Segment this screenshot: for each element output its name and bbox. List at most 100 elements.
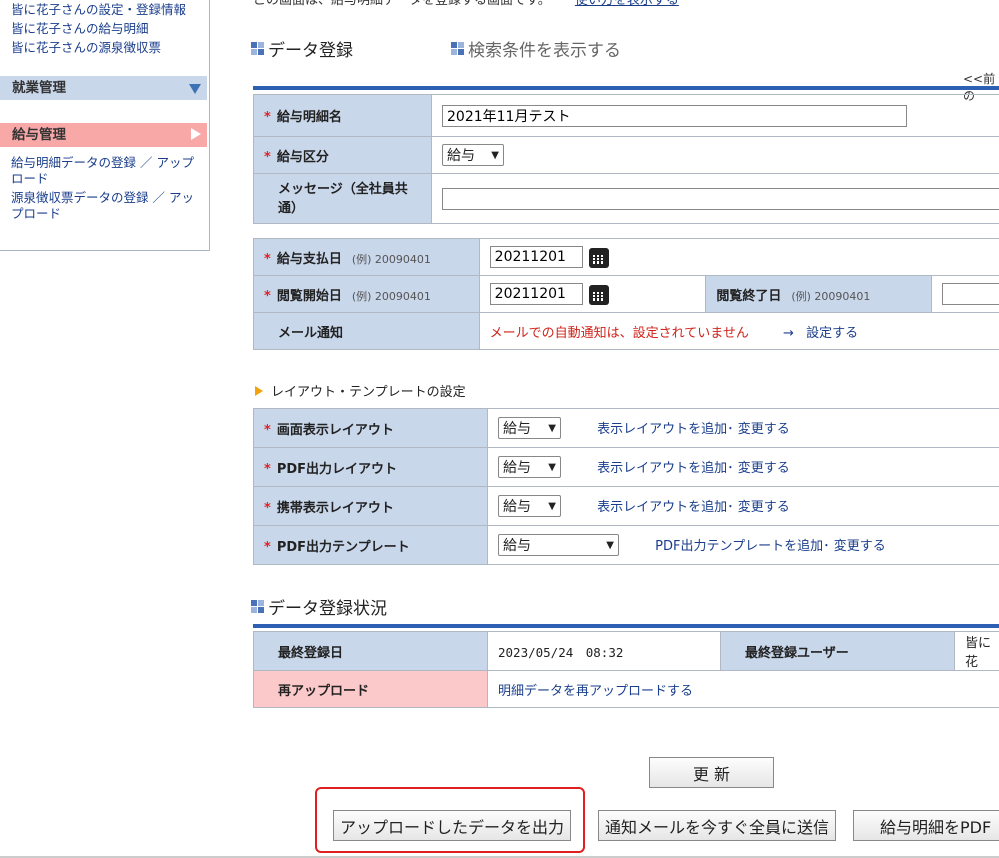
payslip-name-input[interactable] [442, 104, 907, 127]
label-mobile-layout: * 携帯表示レイアウト [253, 486, 488, 526]
calendar-icon[interactable] [588, 247, 609, 268]
view-end-input[interactable] [942, 283, 999, 305]
triangle-right-icon [191, 128, 201, 140]
section-icon [451, 42, 464, 55]
form-table-basic: *給与明細名 *給与区分 給与 ▼ メッセージ（全社員共通） [253, 94, 999, 224]
label-name: * 給与明細名 [253, 94, 432, 137]
cell-reupload: 明細データを再アップロードする [487, 670, 999, 708]
table-top-bar [253, 624, 999, 628]
last-date-value: 2023/05/24 08:32 [487, 631, 721, 671]
add-layout-link[interactable]: 表示レイアウトを追加･ 変更する [597, 461, 790, 476]
screen-layout-select[interactable]: 給与 ▼ [498, 417, 561, 439]
pay-date-input[interactable] [489, 246, 583, 268]
sidebar-link-withholding[interactable]: 皆に花子さんの源泉徴収票 [0, 38, 186, 57]
last-user-value: 皆に花 [954, 631, 999, 671]
cell-view-start [478, 275, 707, 313]
section-title-data-label: データ登録 [268, 41, 353, 61]
update-button[interactable]: 更 新 [649, 757, 774, 788]
reupload-link[interactable]: 明細データを再アップロードする [498, 684, 693, 699]
label-view-start-text: 閲覧開始日 [276, 288, 342, 304]
sidebar-link-withholding-upload[interactable]: 源泉徴収票データの登録 ／ アップロード [0, 190, 200, 222]
label-kubun-text: 給与区分 [276, 149, 329, 165]
label-pay-date-text: 給与支払日 [276, 251, 342, 267]
label-pdf-template: * PDF出力テンプレート [253, 525, 488, 565]
layout-section-label: レイアウト・テンプレートの設定 [271, 385, 466, 400]
chevron-down-icon: ▼ [548, 422, 556, 434]
intro-text-body: この画面は、給与明細データを登録する画面です。 [253, 0, 551, 8]
chevron-down-icon: ▼ [548, 461, 556, 473]
search-toggle[interactable]: 検索条件を表示する [451, 36, 621, 61]
mail-settings-link[interactable]: 設定する [806, 326, 858, 341]
intro-text: この画面は、給与明細データを登録する画面です。 使い方を表示する [253, 0, 679, 8]
label-last-date: 最終登録日 [253, 631, 488, 671]
sidebar-link-payslip-upload[interactable]: 給与明細データの登録 ／ アップロード [0, 155, 200, 187]
cell-pay-date [478, 238, 999, 276]
label-message: メッセージ（全社員共通） [253, 173, 432, 224]
label-view-end: 閲覧終了日 (例) 20090401 [705, 275, 932, 313]
pdf-template-select-value: 給与 [503, 538, 531, 554]
arrow-right-icon: → [783, 325, 794, 341]
label-pdf-template-text: PDF出力テンプレート [276, 539, 410, 555]
section-title-data: データ登録 [251, 36, 353, 61]
label-reupload: 再アップロード [253, 670, 488, 708]
label-view-end-text: 閲覧終了日 [716, 288, 782, 304]
sidebar-header-pay-label: 給与管理 [12, 127, 66, 143]
kubun-select[interactable]: 給与 ▼ [442, 144, 504, 166]
sidebar-link-settings[interactable]: 皆に花子さんの設定・登録情報 [0, 0, 186, 19]
sidebar: 皆に花子さんの設定・登録情報 皆に花子さんの給与明細 皆に花子さんの源泉徴収票 … [0, 0, 210, 251]
sidebar-header-work-label: 就業管理 [12, 80, 66, 96]
export-data-button[interactable]: アップロードしたデータを出力 [333, 810, 571, 841]
screen-layout-select-value: 給与 [503, 421, 531, 437]
cell-message [431, 173, 999, 224]
label-kubun: * 給与区分 [253, 136, 432, 174]
sidebar-link-payslip[interactable]: 皆に花子さんの給与明細 [0, 19, 186, 38]
mobile-layout-select-value: 給与 [503, 499, 531, 515]
section-title-status-label: データ登録状況 [268, 599, 387, 619]
triangle-right-icon [255, 385, 263, 396]
cell-name [431, 94, 999, 137]
pdf-template-select[interactable]: 給与 ▼ [498, 534, 619, 556]
add-layout-link[interactable]: 表示レイアウトを追加･ 変更する [597, 422, 790, 437]
form-table-dates: *給与支払日(例) 20090401 *閲覧開始日(例) 20090401 閲覧… [253, 238, 999, 350]
calendar-icon[interactable] [588, 284, 609, 305]
section-icon [251, 600, 264, 613]
pdf-layout-select-value: 給与 [503, 460, 531, 476]
mobile-layout-select[interactable]: 給与 ▼ [498, 495, 561, 517]
form-table-layout: * 画面表示レイアウト 給与 ▼ 表示レイアウトを追加･ 変更する * PDF出力レイ… [253, 408, 999, 565]
chevron-down-icon: ▼ [606, 539, 614, 551]
message-input[interactable] [442, 187, 999, 210]
label-pay-date: * 給与支払日 (例) 20090401 [253, 238, 480, 276]
cell-mail: メールでの自動通知は、設定されていません → 設定する [478, 312, 999, 350]
cell-pdf-template: 給与 ▼ PDF出力テンプレートを追加･ 変更する [487, 525, 999, 565]
cell-kubun: 給与 ▼ [431, 136, 999, 174]
mail-status-text: メールでの自動通知は、設定されていません [489, 325, 749, 341]
section-icon [251, 42, 264, 55]
payslip-pdf-button[interactable]: 給与明細をPDF [853, 810, 999, 841]
label-last-user: 最終登録ユーザー [720, 631, 955, 671]
how-to-link[interactable]: 使い方を表示する [575, 0, 679, 8]
add-template-link[interactable]: PDF出力テンプレートを追加･ 変更する [655, 539, 886, 554]
label-pdf-layout: * PDF出力レイアウト [253, 447, 488, 487]
label-name-text: 給与明細名 [276, 110, 342, 125]
chevron-down-icon: ▼ [491, 149, 499, 161]
search-toggle-label: 検索条件を表示する [468, 41, 621, 61]
kubun-select-value: 給与 [447, 148, 475, 164]
layout-section-heading: レイアウト・テンプレートの設定 [255, 381, 466, 400]
view-start-input[interactable] [489, 283, 583, 305]
triangle-down-icon [189, 84, 201, 94]
pdf-layout-select[interactable]: 給与 ▼ [498, 456, 561, 478]
sidebar-header-work[interactable]: 就業管理 [0, 76, 207, 100]
send-notify-button[interactable]: 通知メールを今すぐ全員に送信 [598, 810, 836, 841]
label-screen-layout: * 画面表示レイアウト [253, 408, 488, 448]
label-screen-layout-text: 画面表示レイアウト [276, 422, 394, 438]
example-text: (例) 20090401 [351, 252, 431, 266]
chevron-down-icon: ▼ [548, 500, 556, 512]
cell-view-end [931, 275, 999, 313]
cell-mobile-layout: 給与 ▼ 表示レイアウトを追加･ 変更する [487, 486, 999, 526]
status-table: 最終登録日 2023/05/24 08:32 最終登録ユーザー 皆に花 再アップ… [253, 631, 999, 708]
label-mobile-layout-text: 携帯表示レイアウト [276, 500, 394, 516]
sidebar-header-pay[interactable]: 給与管理 [0, 123, 207, 147]
add-layout-link[interactable]: 表示レイアウトを追加･ 変更する [597, 500, 790, 515]
label-mail: メール通知 [253, 312, 480, 350]
cell-screen-layout: 給与 ▼ 表示レイアウトを追加･ 変更する [487, 408, 999, 448]
